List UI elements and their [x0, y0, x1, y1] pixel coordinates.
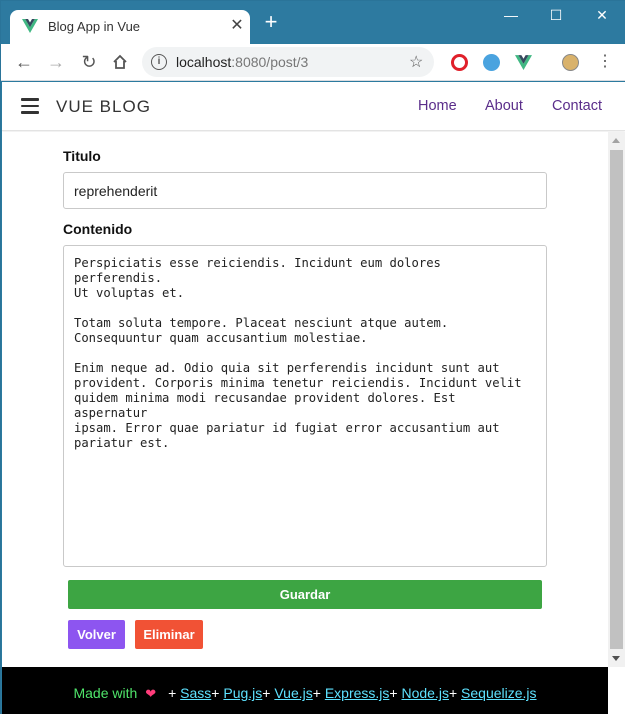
hamburger-menu-icon[interactable] — [21, 98, 39, 114]
url-text: localhost:8080/post/3 — [176, 54, 309, 70]
content-label: Contenido — [63, 221, 133, 237]
tab-strip: Blog App in Vue ✕ + — ☐ ✕ — [1, 1, 625, 44]
app-navbar: VUE BLOG Home About Contact — [2, 82, 625, 131]
home-icon[interactable] — [109, 51, 131, 73]
footer-link-pug[interactable]: Pug.js — [223, 685, 262, 701]
nav-home-link[interactable]: Home — [418, 98, 457, 114]
page-scrollbar[interactable] — [608, 132, 625, 667]
minimize-icon[interactable]: — — [501, 5, 521, 25]
nav-contact-link[interactable]: Contact — [552, 98, 602, 114]
vue-devtools-icon[interactable] — [515, 54, 532, 71]
opera-extension-icon[interactable] — [451, 54, 468, 71]
close-window-icon[interactable]: ✕ — [592, 5, 612, 25]
reload-icon[interactable]: ↻ — [78, 51, 100, 73]
nav-about-link[interactable]: About — [485, 98, 523, 114]
footer-link-sass[interactable]: Sass — [180, 685, 211, 701]
scroll-up-icon[interactable] — [612, 138, 620, 143]
bookmark-star-icon[interactable]: ☆ — [409, 52, 423, 72]
back-button[interactable]: Volver — [68, 620, 125, 649]
address-bar[interactable]: i localhost:8080/post/3 ☆ — [142, 47, 434, 77]
browser-tab[interactable]: Blog App in Vue ✕ — [10, 10, 250, 44]
tab-title: Blog App in Vue — [48, 19, 141, 34]
browser-window: Blog App in Vue ✕ + — ☐ ✕ ← → ↻ i localh… — [0, 0, 625, 714]
content-textarea[interactable]: Perspiciatis esse reiciendis. Incidunt e… — [63, 245, 547, 567]
brand-logo[interactable]: VUE BLOG — [56, 97, 151, 117]
footer-link-sequelize[interactable]: Sequelize.js — [461, 685, 537, 701]
footer-link-express[interactable]: Express.js — [325, 685, 390, 701]
tab-close-icon[interactable]: ✕ — [228, 16, 246, 36]
page-footer: Made with ❤ + Sass+ Pug.js+ Vue.js+ Expre… — [2, 667, 608, 714]
new-tab-button[interactable]: + — [260, 11, 282, 35]
delete-button[interactable]: Eliminar — [135, 620, 203, 649]
back-arrow-icon[interactable]: ← — [13, 51, 35, 73]
scrollbar-thumb[interactable] — [610, 150, 623, 649]
browser-toolbar: ← → ↻ i localhost:8080/post/3 ☆ ⋮ — [1, 44, 625, 81]
footer-link-node[interactable]: Node.js — [401, 685, 448, 701]
title-input[interactable] — [63, 172, 547, 209]
save-button[interactable]: Guardar — [68, 580, 542, 609]
footer-made-with: Made with — [73, 685, 138, 701]
browser-menu-icon[interactable]: ⋮ — [597, 52, 613, 72]
post-edit-form: Titulo Contenido Perspiciatis esse reici… — [2, 132, 608, 667]
scroll-down-icon[interactable] — [612, 656, 620, 661]
vue-logo-icon — [22, 19, 38, 33]
maximize-icon[interactable]: ☐ — [546, 5, 566, 25]
title-label: Titulo — [63, 148, 101, 164]
footer-link-vue[interactable]: Vue.js — [274, 685, 312, 701]
page-viewport: VUE BLOG Home About Contact Titulo Conte… — [2, 82, 625, 714]
site-info-icon[interactable]: i — [151, 54, 167, 70]
heart-icon: ❤ — [145, 686, 157, 701]
forward-arrow-icon[interactable]: → — [45, 51, 67, 73]
blue-extension-icon[interactable] — [483, 54, 500, 71]
profile-avatar-icon[interactable] — [562, 54, 579, 71]
